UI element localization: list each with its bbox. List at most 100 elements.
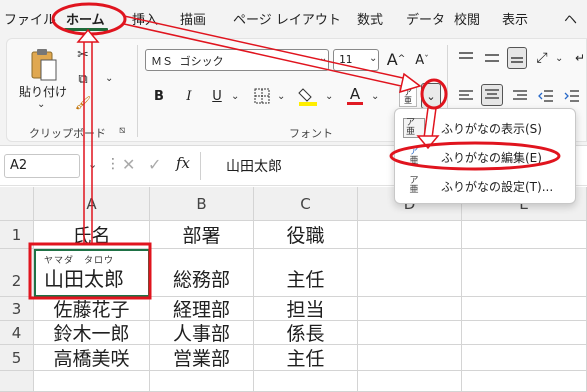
cancel-entry-icon[interactable]: ✕	[122, 155, 135, 174]
clipboard-launcher-icon[interactable]: ⧅	[119, 125, 125, 136]
fill-color-icon[interactable]	[297, 85, 319, 107]
align-middle-icon[interactable]	[483, 49, 501, 67]
cell-b6[interactable]	[150, 371, 254, 392]
font-name-field[interactable]: ＭＳ ゴシック	[145, 49, 329, 71]
cut-icon[interactable]: ✂	[73, 45, 93, 65]
row-header-5[interactable]: 5	[0, 345, 34, 371]
insert-function-icon[interactable]: fx	[176, 154, 190, 172]
row-header-4[interactable]: 4	[0, 321, 34, 345]
align-right-icon[interactable]	[511, 87, 529, 105]
cell-e2[interactable]	[462, 249, 587, 297]
borders-chevron-icon[interactable]: ⌄	[277, 91, 285, 102]
cell-d5[interactable]	[358, 345, 462, 371]
row-header-1[interactable]: 1	[0, 221, 34, 249]
menu-item-edit-furigana[interactable]: ア亜 ふりがなの編集(E)	[395, 144, 575, 170]
align-left-icon[interactable]	[457, 87, 475, 105]
menu-formulas[interactable]: 数式	[357, 9, 383, 28]
cell-a1[interactable]: 氏名	[34, 221, 150, 249]
furigana-dropdown-chevron-icon[interactable]: ⌄	[421, 83, 441, 109]
menu-item-furigana-settings[interactable]: ア亜 ふりがなの設定(T)...	[395, 173, 575, 199]
cell-c2[interactable]: 主任	[254, 249, 358, 297]
cell-a4[interactable]: 鈴木一郎	[34, 321, 150, 345]
copy-chevron-icon[interactable]: ⌄	[105, 73, 113, 84]
row-header-2[interactable]: 2	[0, 249, 34, 297]
worksheet-grid: A B C D E 1 2 3 4 5 氏名 部署 役職 ヤマダ タロウ 山田太…	[0, 187, 587, 392]
cell-b5[interactable]: 営業部	[150, 345, 254, 371]
select-all-corner[interactable]	[0, 187, 34, 221]
cell-c3[interactable]: 担当	[254, 297, 358, 321]
grow-font-label: A	[386, 49, 398, 69]
menu-data[interactable]: データ	[406, 9, 445, 28]
underline-chevron-icon[interactable]: ⌄	[231, 91, 239, 102]
cell-d1[interactable]	[358, 221, 462, 249]
copy-icon[interactable]: ⧉	[73, 69, 93, 89]
cell-d2[interactable]	[358, 249, 462, 297]
menu-insert[interactable]: 挿入	[132, 9, 158, 28]
orientation-chevron-icon[interactable]: ⌄	[555, 53, 563, 64]
name-box[interactable]: A2	[4, 154, 80, 178]
font-color-letter: A	[349, 85, 361, 103]
align-top-icon[interactable]	[457, 49, 475, 67]
furigana-icon[interactable]: ア亜	[399, 87, 417, 107]
cell-e6[interactable]	[462, 371, 587, 392]
cell-c4[interactable]: 係長	[254, 321, 358, 345]
font-name-chevron-icon[interactable]: ⌄	[319, 53, 327, 64]
cell-c6[interactable]	[254, 371, 358, 392]
italic-icon[interactable]: I	[181, 87, 197, 105]
menu-page-layout[interactable]: ページ レイアウト	[233, 9, 341, 28]
align-center-icon[interactable]	[481, 84, 503, 106]
decrease-indent-icon[interactable]	[537, 87, 555, 105]
cell-e5[interactable]	[462, 345, 587, 371]
cell-a5[interactable]: 高橋美咲	[34, 345, 150, 371]
cell-c5[interactable]: 主任	[254, 345, 358, 371]
cell-e3[interactable]	[462, 297, 587, 321]
cell-b3[interactable]: 経理部	[150, 297, 254, 321]
menu-help[interactable]: ヘ	[564, 9, 577, 28]
menu-item-show-furigana[interactable]: ア亜 ふりがなの表示(S)	[395, 115, 575, 141]
increase-indent-icon[interactable]	[563, 87, 581, 105]
cell-d4[interactable]	[358, 321, 462, 345]
menu-file[interactable]: ファイル	[4, 9, 56, 28]
paste-button-label[interactable]: 貼り付け	[19, 83, 67, 100]
orientation-icon[interactable]: ⤢	[533, 47, 551, 69]
cell-c1[interactable]: 役職	[254, 221, 358, 249]
cell-a2[interactable]: ヤマダ タロウ 山田太郎	[34, 249, 150, 297]
menu-draw[interactable]: 描画	[180, 9, 206, 28]
more-options-icon[interactable]: ⋮	[106, 156, 120, 172]
cell-b1[interactable]: 部署	[150, 221, 254, 249]
font-color-chevron-icon[interactable]: ⌄	[371, 91, 379, 102]
align-bottom-icon[interactable]	[507, 47, 527, 69]
format-painter-icon[interactable]: 🖌	[73, 93, 93, 113]
menu-review[interactable]: 校閲	[454, 9, 480, 28]
column-header-a[interactable]: A	[34, 187, 150, 221]
column-header-b[interactable]: B	[150, 187, 254, 221]
confirm-entry-icon[interactable]: ✓	[148, 155, 161, 174]
font-size-chevron-icon[interactable]: ⌄	[369, 53, 377, 64]
grow-font-icon[interactable]: A ^	[385, 47, 407, 71]
menu-view[interactable]: 表示	[502, 9, 528, 28]
fill-color-chevron-icon[interactable]: ⌄	[325, 91, 333, 102]
shrink-font-icon[interactable]: Aˇ	[411, 49, 433, 71]
formula-input[interactable]: 山田太郎	[226, 156, 282, 176]
cell-d3[interactable]	[358, 297, 462, 321]
row-header-3[interactable]: 3	[0, 297, 34, 321]
font-color-icon[interactable]: A	[345, 85, 365, 107]
underline-icon[interactable]: U	[209, 87, 225, 105]
cell-a3[interactable]: 佐藤花子	[34, 297, 150, 321]
column-header-c[interactable]: C	[254, 187, 358, 221]
name-box-chevron-icon[interactable]: ⌄	[88, 158, 97, 171]
cell-e1[interactable]	[462, 221, 587, 249]
menu-home[interactable]: ホーム	[66, 9, 105, 28]
paste-chevron-icon[interactable]: ⌄	[37, 99, 45, 110]
menu-item-show-furigana-label: ふりがなの表示(S)	[441, 122, 542, 136]
cell-e4[interactable]	[462, 321, 587, 345]
wrap-text-icon[interactable]: ↵	[573, 49, 587, 67]
bold-icon[interactable]: B	[151, 87, 167, 105]
paste-icon[interactable]	[27, 45, 61, 85]
cell-b2[interactable]: 総務部	[150, 249, 254, 297]
cell-a6[interactable]	[34, 371, 150, 392]
cell-b4[interactable]: 人事部	[150, 321, 254, 345]
cell-d6[interactable]	[358, 371, 462, 392]
borders-icon[interactable]	[253, 87, 271, 105]
row-header-6[interactable]	[0, 371, 34, 392]
